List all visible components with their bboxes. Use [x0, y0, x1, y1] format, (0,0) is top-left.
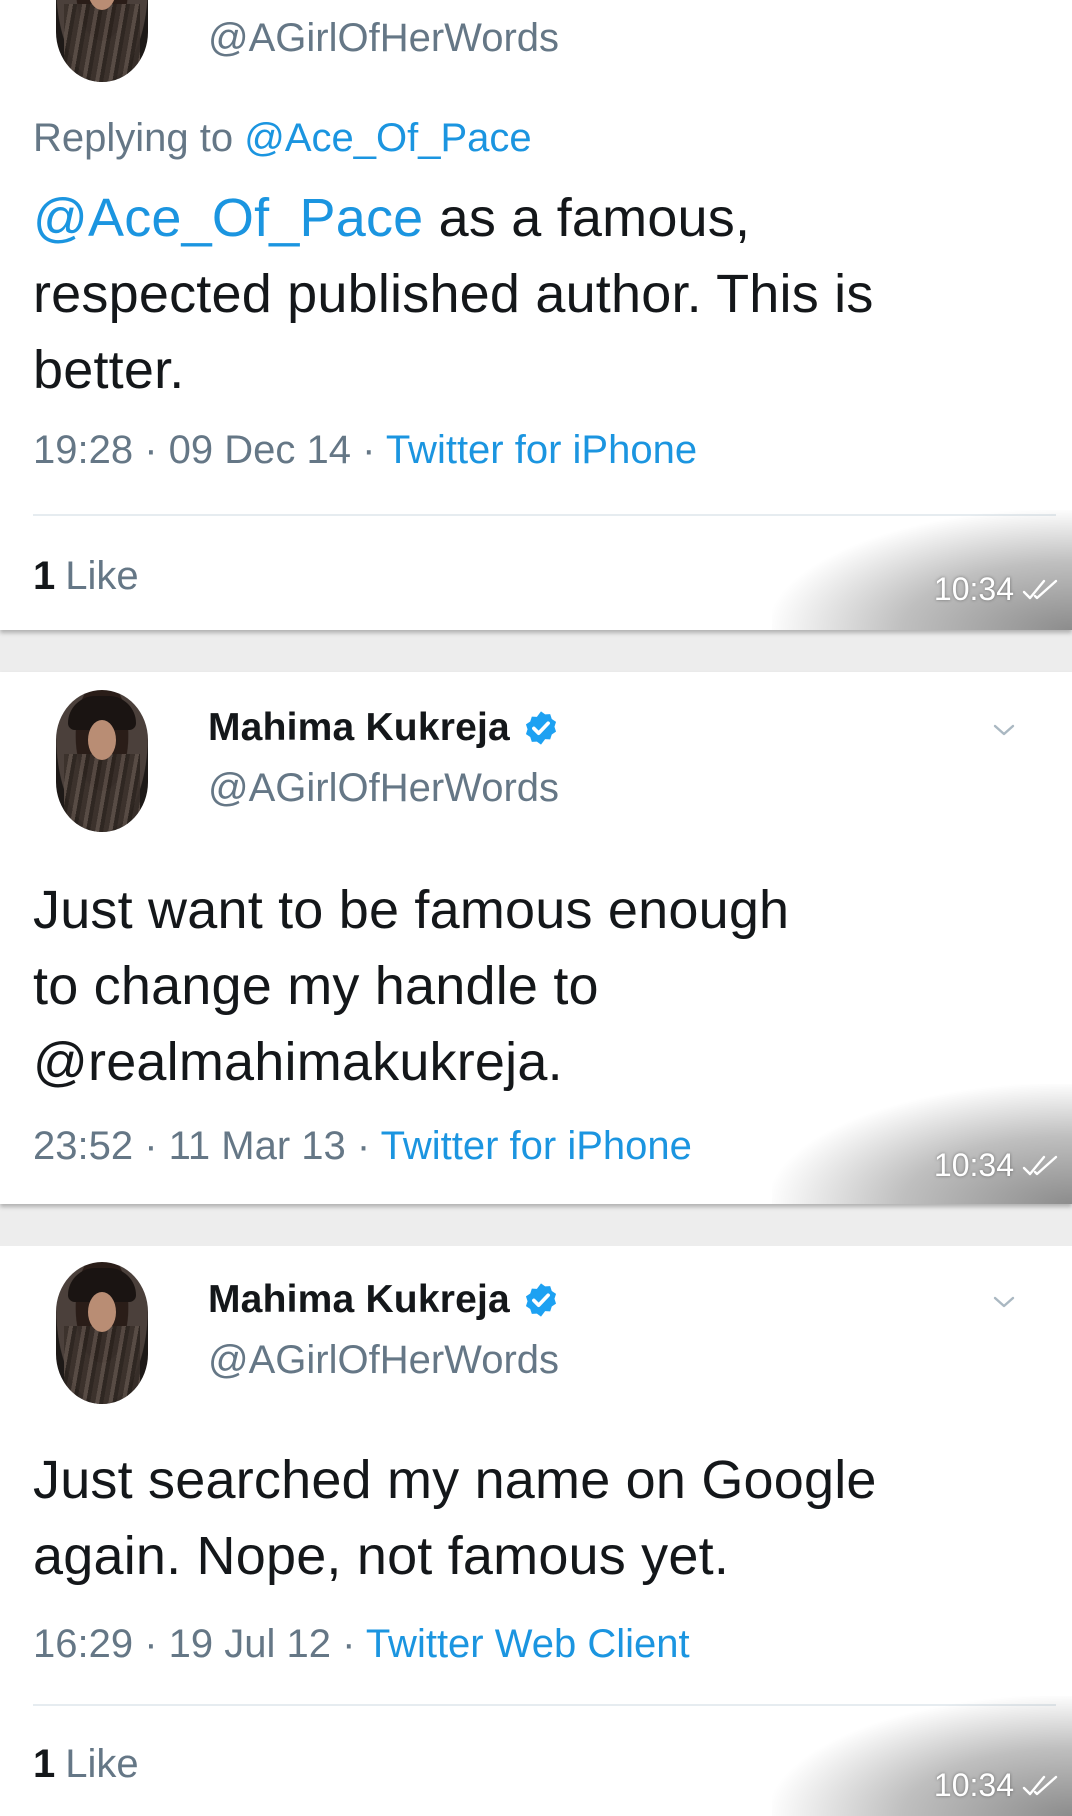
likes-count[interactable]: 1 Like [33, 554, 139, 599]
meta-separator: · [133, 428, 169, 472]
tweet-text-line: @Ace_Of_Pace as a famous, [33, 180, 1033, 256]
replying-to: Replying to @Ace_Of_Pace [33, 116, 532, 161]
tweet-text-line: again. Nope, not famous yet. [33, 1526, 730, 1586]
tweet-handle[interactable]: @AGirlOfHerWords [208, 766, 559, 811]
tweet-time: 23:52 [33, 1124, 134, 1168]
like-label: Like [65, 1742, 139, 1786]
author-name[interactable]: Mahima Kukreja [208, 1278, 510, 1322]
meta-separator: · [351, 428, 386, 472]
likes-count[interactable]: 1 Like [33, 1742, 139, 1787]
meta-separator: · [133, 1622, 169, 1666]
chevron-down-icon[interactable] [992, 1290, 1016, 1314]
avatar[interactable] [56, 0, 148, 82]
tweet-meta: 23:52 · 11 Mar 13 · Twitter for iPhone [33, 1124, 692, 1169]
tweet-author: Mahima Kukreja [208, 706, 560, 750]
double-check-icon [1022, 579, 1058, 599]
message-shadow [772, 510, 1072, 630]
tweet-card: Mahima Kukreja @AGirlOfHerWords Just wan… [0, 672, 1072, 1204]
tweet-meta: 19:28 · 09 Dec 14 · Twitter for iPhone [33, 428, 697, 473]
mention-link[interactable]: @Ace_Of_Pace [33, 188, 423, 248]
tweet-author: Mahima Kukreja [208, 1278, 560, 1322]
tweet-date: 11 Mar 13 [168, 1124, 346, 1168]
verified-badge-icon [525, 711, 556, 745]
tweet-text: Just want to be famous enough to change … [33, 872, 1033, 1100]
tweet-text-line: Just searched my name on Google [33, 1450, 877, 1510]
tweet-time: 16:29 [33, 1622, 134, 1666]
meta-separator: · [331, 1622, 366, 1666]
tweet-text-line: better. [33, 340, 185, 400]
author-name[interactable]: Mahima Kukreja [208, 706, 510, 750]
like-label: Like [65, 554, 139, 598]
replying-to-mention-link[interactable]: @Ace_Of_Pace [244, 116, 531, 160]
meta-separator: · [345, 1124, 381, 1168]
tweet-text: @Ace_Of_Pace as a famous, respected publ… [33, 180, 1033, 408]
avatar-hair [64, 4, 140, 82]
tweet-text-line: respected published author. This is [33, 264, 874, 324]
double-check-icon [1022, 1155, 1058, 1175]
message-timestamp: 10:34 [934, 1147, 1060, 1184]
tweet-source-link[interactable]: Twitter for iPhone [381, 1124, 692, 1168]
tweet-text-fragment: as a famous, [423, 188, 751, 248]
tweet-text-line: Just want to be famous enough [33, 880, 790, 940]
tweet-source-link[interactable]: Twitter Web Client [366, 1622, 690, 1666]
message-time: 10:34 [933, 1767, 1014, 1803]
tweet-source-link[interactable]: Twitter for iPhone [386, 428, 697, 472]
chevron-down-icon[interactable] [992, 718, 1016, 742]
tweet-date: 19 Jul 12 [168, 1622, 331, 1666]
message-timestamp: 10:34 [934, 1767, 1060, 1804]
tweet-time: 19:28 [33, 428, 134, 472]
avatar-face [88, 720, 116, 760]
message-timestamp: 10:34 [934, 571, 1060, 608]
message-time: 10:34 [933, 571, 1014, 607]
message-time: 10:34 [933, 1147, 1014, 1183]
tweet-text-line: to change my handle to [33, 956, 599, 1016]
tweet-handle[interactable]: @AGirlOfHerWords [208, 16, 559, 61]
avatar-face [88, 1292, 116, 1332]
tweet-handle[interactable]: @AGirlOfHerWords [208, 1338, 559, 1383]
tweet-card: @AGirlOfHerWords Replying to @Ace_Of_Pac… [0, 0, 1072, 630]
avatar[interactable] [56, 1262, 148, 1404]
tweet-date: 09 Dec 14 [168, 428, 351, 472]
tweet-text: Just searched my name on Google again. N… [33, 1442, 1033, 1594]
like-number: 1 [33, 554, 56, 598]
tweet-meta: 16:29 · 19 Jul 12 · Twitter Web Client [33, 1622, 690, 1667]
double-check-icon [1022, 1775, 1058, 1795]
avatar-hair [64, 1326, 140, 1404]
like-number: 1 [33, 1742, 56, 1786]
message-shadow [772, 1084, 1072, 1204]
tweet-card: Mahima Kukreja @AGirlOfHerWords Just sea… [0, 1246, 1072, 1816]
avatar-hair [64, 754, 140, 832]
replying-label: Replying to [33, 116, 234, 160]
avatar[interactable] [56, 690, 148, 832]
meta-separator: · [133, 1124, 169, 1168]
verified-badge-icon [525, 1283, 556, 1317]
